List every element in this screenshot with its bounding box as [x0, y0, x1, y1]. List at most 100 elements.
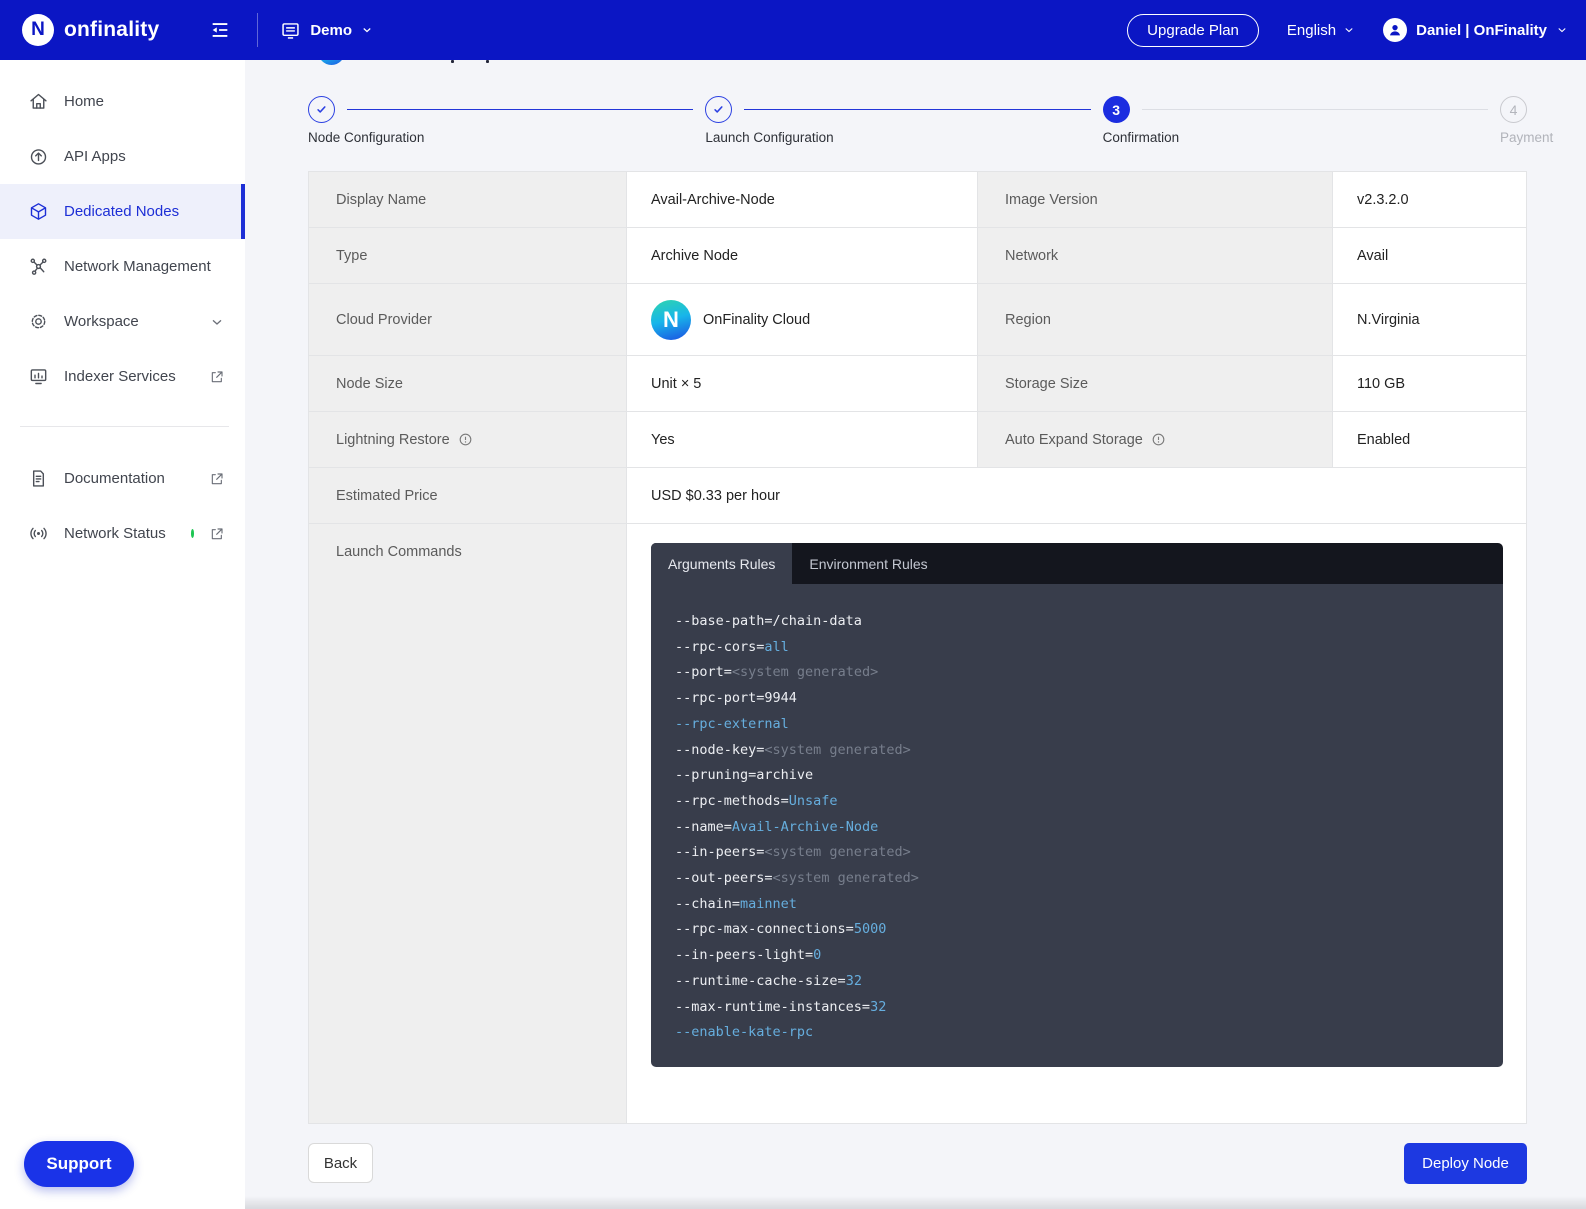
estimated-price-value: USD $0.33 per hour [627, 468, 1526, 524]
language-selector[interactable]: English [1287, 22, 1355, 39]
sidebar-item-label: Network Status [64, 525, 166, 542]
back-button[interactable]: Back [308, 1143, 373, 1183]
launch-commands-label: Launch Commands [309, 524, 627, 1124]
avatar-icon [1383, 18, 1407, 42]
region-label: Region [978, 284, 1333, 356]
navbar-divider [257, 13, 258, 47]
chevron-down-icon [1343, 24, 1355, 36]
code-body: --base-path=/chain-data--rpc-cors=all--p… [651, 584, 1503, 1067]
sidebar-item-label: API Apps [64, 148, 126, 165]
node-size-value: Unit × 5 [627, 356, 978, 412]
code-tab-bar: Arguments RulesEnvironment Rules [651, 543, 1503, 584]
code-line: --out-peers=<system generated> [675, 866, 1479, 892]
step-number: 3 [1112, 102, 1120, 118]
sidebar-item-label: Network Management [64, 258, 211, 275]
sidebar-item-dedicated-nodes[interactable]: Dedicated Nodes [0, 184, 245, 239]
sidebar-item-workspace[interactable]: Workspace [0, 294, 245, 349]
upgrade-plan-button[interactable]: Upgrade Plan [1127, 14, 1259, 47]
code-line: --in-peers=<system generated> [675, 840, 1479, 866]
code-line: --chain=mainnet [675, 892, 1479, 918]
code-tab-arguments-rules[interactable]: Arguments Rules [651, 543, 792, 584]
user-menu[interactable]: Daniel | OnFinality [1383, 18, 1568, 42]
broadcast-icon [28, 523, 49, 544]
confirmation-table: Display Name Avail-Archive-Node Image Ve… [308, 171, 1527, 1124]
step-label: Payment [1500, 130, 1553, 145]
network-icon [28, 256, 49, 277]
code-line: --rpc-max-connections=5000 [675, 917, 1479, 943]
sidebar-item-label: Documentation [64, 470, 165, 487]
deployment-stepper: Node Configuration Launch Configuration … [308, 96, 1527, 123]
lightning-restore-label: Lightning Restore [309, 412, 627, 468]
step-launch-configuration[interactable]: Launch Configuration [705, 96, 732, 123]
scrolled-page-title [308, 60, 1527, 66]
code-line: --node-key=<system generated> [675, 738, 1479, 764]
step-payment[interactable]: 4 Payment [1500, 96, 1527, 123]
document-icon [28, 468, 49, 489]
step-circle: 4 [1500, 96, 1527, 123]
sidebar-item-network-management[interactable]: Network Management [0, 239, 245, 294]
lightning-restore-value: Yes [627, 412, 978, 468]
step-node-configuration[interactable]: Node Configuration [308, 96, 335, 123]
language-label: English [1287, 22, 1336, 39]
code-line: --rpc-methods=Unsafe [675, 789, 1479, 815]
external-link-icon [209, 526, 225, 542]
launch-commands-panel: Arguments RulesEnvironment Rules --base-… [651, 543, 1503, 1067]
cloud-provider-label: Cloud Provider [309, 284, 627, 356]
check-icon [314, 102, 329, 117]
step-circle [308, 96, 335, 123]
sidebar-divider [20, 426, 229, 427]
code-line: --rpc-cors=all [675, 635, 1479, 661]
network-value: Avail [1333, 228, 1526, 284]
estimated-price-label: Estimated Price [309, 468, 627, 524]
sidebar-item-documentation[interactable]: Documentation [0, 451, 245, 506]
onfinality-logo-icon: N [22, 14, 54, 46]
cube-icon [28, 201, 49, 222]
api-apps-icon [28, 146, 49, 167]
step-confirmation[interactable]: 3 Confirmation [1103, 96, 1130, 123]
sidebar-item-label: Indexer Services [64, 368, 176, 385]
info-icon[interactable] [1151, 432, 1166, 447]
sidebar-item-home[interactable]: Home [0, 74, 245, 129]
node-size-label: Node Size [309, 356, 627, 412]
check-icon [711, 102, 726, 117]
step-circle: 3 [1103, 96, 1130, 123]
sidebar-item-api-apps[interactable]: API Apps [0, 129, 245, 184]
code-tab-environment-rules[interactable]: Environment Rules [792, 543, 944, 584]
launch-commands-value: Arguments RulesEnvironment Rules --base-… [627, 524, 1526, 1124]
gear-icon [28, 311, 49, 332]
status-dot-icon [191, 529, 194, 538]
step-circle [705, 96, 732, 123]
footer-actions: Back Deploy Node [308, 1143, 1527, 1184]
chevron-down-icon [1556, 24, 1568, 36]
sidebar-collapse-icon[interactable] [207, 17, 233, 43]
sidebar-nav: Home API Apps Dedicated Nodes Network Manag… [0, 60, 245, 1209]
code-line: --enable-kate-rpc [675, 1020, 1479, 1046]
type-label: Type [309, 228, 627, 284]
brand-logo[interactable]: N onfinality [0, 14, 159, 46]
code-line: --name=Avail-Archive-Node [675, 815, 1479, 841]
code-line: --runtime-cache-size=32 [675, 969, 1479, 995]
deploy-node-button[interactable]: Deploy Node [1404, 1143, 1527, 1184]
code-line: --port=<system generated> [675, 660, 1479, 686]
storage-size-label: Storage Size [978, 356, 1333, 412]
support-button[interactable]: Support [24, 1141, 134, 1187]
external-link-icon [209, 471, 225, 487]
image-version-label: Image Version [978, 172, 1333, 228]
workspace-switcher[interactable]: Demo [280, 20, 373, 41]
onfinality-cloud-logo-icon: N [651, 300, 691, 340]
sidebar-item-indexer-services[interactable]: Indexer Services [0, 349, 245, 404]
chevron-down-icon[interactable] [209, 314, 225, 330]
workspace-icon [280, 20, 301, 41]
code-line: --pruning=archive [675, 763, 1479, 789]
home-icon [28, 91, 49, 112]
main-content: Node Configuration Launch Configuration … [245, 60, 1586, 1209]
code-line: --base-path=/chain-data [675, 609, 1479, 635]
chevron-down-icon [361, 24, 373, 36]
stepper-connector [347, 109, 693, 111]
cloud-provider-value: N OnFinality Cloud [627, 284, 978, 356]
external-link-icon [209, 369, 225, 385]
info-icon[interactable] [458, 432, 473, 447]
sidebar-item-network-status[interactable]: Network Status [0, 506, 245, 561]
display-name-value: Avail-Archive-Node [627, 172, 978, 228]
code-line: --in-peers-light=0 [675, 943, 1479, 969]
